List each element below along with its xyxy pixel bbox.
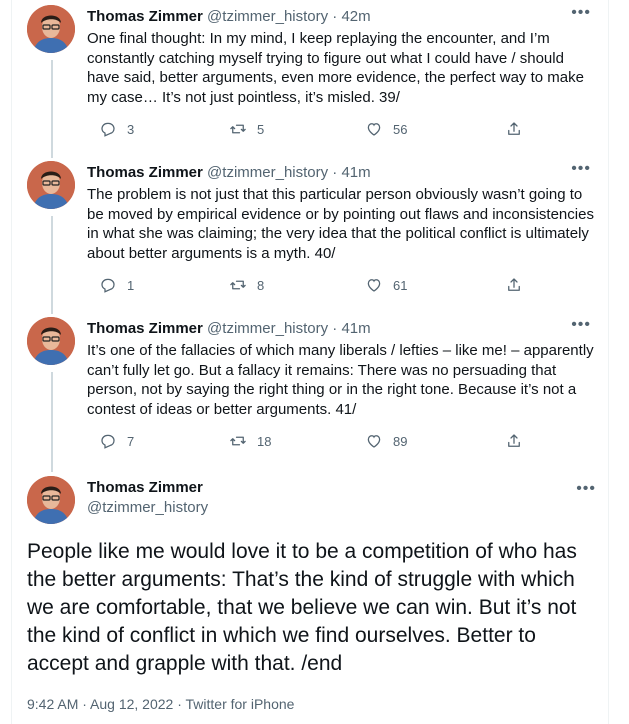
tweet-text: One final thought: In my mind, I keep re… [87,30,584,106]
share-button[interactable] [505,120,523,138]
share-button[interactable] [505,276,523,294]
tweet-text: It’s one of the fallacies of which many … [87,342,594,418]
reply-count: 7 [127,433,135,449]
reply-icon [101,434,115,449]
tweet-40[interactable]: Thomas Zimmer @tzimmer_history · 41m •••… [11,159,607,309]
retweet-button[interactable]: 18 [229,432,271,450]
tweet-text: The problem is not just that this partic… [87,186,594,262]
main-author-name[interactable]: Thomas Zimmer [87,479,203,496]
share-button[interactable] [505,432,523,450]
retweet-count: 18 [257,433,272,449]
avatar[interactable] [27,5,75,53]
like-count: 61 [393,277,408,293]
main-author-handle[interactable]: @tzimmer_history [87,499,208,516]
main-tweet-text: People like me would love it to be a com… [27,540,577,675]
tweet-actions: 1 8 61 [87,276,527,296]
tweet-header: Thomas Zimmer @tzimmer_history · 41m [87,320,371,337]
author-name[interactable]: Thomas Zimmer [87,164,203,181]
retweet-icon [230,436,246,446]
like-button[interactable]: 89 [365,432,407,450]
author-handle-time[interactable]: @tzimmer_history · 41m [207,320,371,337]
reply-button[interactable]: 7 [99,432,134,450]
tweet-header: Thomas Zimmer @tzimmer_history · 42m [87,8,371,25]
reply-button[interactable]: 1 [99,276,134,294]
more-icon[interactable]: ••• [576,480,596,498]
reply-icon [101,122,115,137]
tweet-actions: 3 5 56 [87,120,527,140]
tweet-header: Thomas Zimmer @tzimmer_history · 41m [87,164,371,181]
more-icon[interactable]: ••• [571,5,591,21]
author-name[interactable]: Thomas Zimmer [87,320,203,337]
tweet-41[interactable]: Thomas Zimmer @tzimmer_history · 41m •••… [11,315,607,465]
reply-button[interactable]: 3 [99,120,134,138]
reply-icon [101,278,115,293]
like-button[interactable]: 56 [365,120,407,138]
share-icon [508,434,520,447]
tweet-39[interactable]: Thomas Zimmer @tzimmer_history · 42m •••… [11,3,607,153]
main-avatar[interactable] [27,476,75,524]
retweet-button[interactable]: 8 [229,276,264,294]
like-icon [367,123,381,136]
reply-count: 3 [127,121,135,137]
like-count: 89 [393,433,408,449]
more-icon[interactable]: ••• [571,161,591,177]
like-button[interactable]: 61 [365,276,407,294]
retweet-icon [230,280,246,290]
tweet-timestamp[interactable]: 9:42 AM · Aug 12, 2022 · Twitter for iPh… [27,696,294,712]
avatar[interactable] [27,317,75,365]
author-name[interactable]: Thomas Zimmer [87,8,203,25]
share-icon [508,278,520,291]
retweet-count: 5 [257,121,265,137]
author-handle-time[interactable]: @tzimmer_history · 41m [207,164,371,181]
tweet-actions: 7 18 89 [87,432,527,452]
avatar[interactable] [27,161,75,209]
reply-count: 1 [127,277,135,293]
author-handle-time[interactable]: @tzimmer_history · 42m [207,8,371,25]
like-icon [367,435,381,448]
retweet-count: 8 [257,277,265,293]
retweet-icon [230,124,246,134]
more-icon[interactable]: ••• [571,317,591,333]
share-icon [508,122,520,135]
retweet-button[interactable]: 5 [229,120,264,138]
like-icon [367,279,381,292]
like-count: 56 [393,121,408,137]
